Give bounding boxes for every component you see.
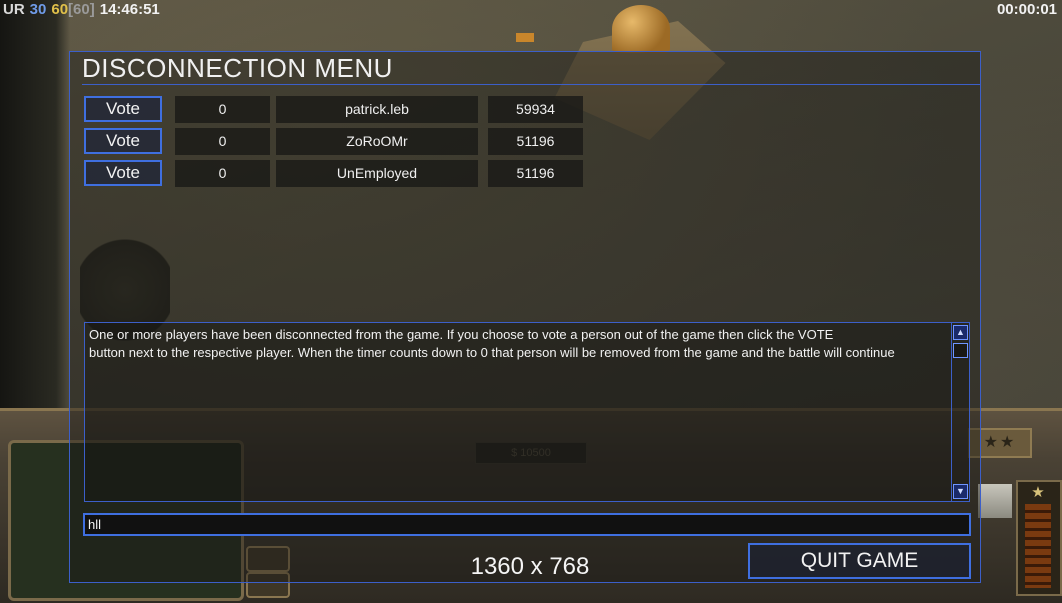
vote-button[interactable]: Vote [84,128,162,154]
resolution-label: 1360 x 768 [470,553,590,580]
chat-input[interactable] [83,513,971,536]
power-bars [1025,504,1051,588]
fps-current: 30 [29,1,47,18]
fps-target: 60 [51,1,69,18]
ur-label: UR [3,1,25,18]
disconnect-timer: 51196 [488,128,583,155]
terrain-shadow [0,0,70,420]
system-clock: 14:46:51 [99,1,160,18]
fps-max: [60] [68,1,95,18]
quit-game-button[interactable]: QUIT GAME [748,543,971,579]
scroll-down-icon[interactable]: ▼ [953,484,968,499]
vote-count: 0 [175,160,270,187]
vote-count: 0 [175,128,270,155]
player-name: ZoRoOMr [276,128,478,155]
player-name: patrick.leb [276,96,478,123]
disconnect-timer: 59934 [488,96,583,123]
message-scrollbar[interactable]: ▲ ▼ [951,323,969,501]
power-meter: ★ [1016,480,1062,596]
vote-count: 0 [175,96,270,123]
vote-button[interactable]: Vote [84,160,162,186]
message-box: One or more players have been disconnect… [84,322,970,502]
disconnect-timer: 51196 [488,160,583,187]
flag-sprite [516,33,534,42]
dialog-title: DISCONNECTION MENU [82,52,980,85]
disconnect-message: One or more players have been disconnect… [89,327,895,360]
scroll-thumb[interactable] [953,343,968,358]
dome-sprite [612,5,670,53]
fps-status: UR 30 60[60] 14:46:51 [3,0,165,20]
vote-button[interactable]: Vote [84,96,162,122]
player-name: UnEmployed [276,160,478,187]
star-icon: ★ [1031,484,1045,501]
unit-portrait [978,484,1012,518]
scroll-up-icon[interactable]: ▲ [953,325,968,340]
game-elapsed-timer: 00:00:01 [996,1,1057,18]
